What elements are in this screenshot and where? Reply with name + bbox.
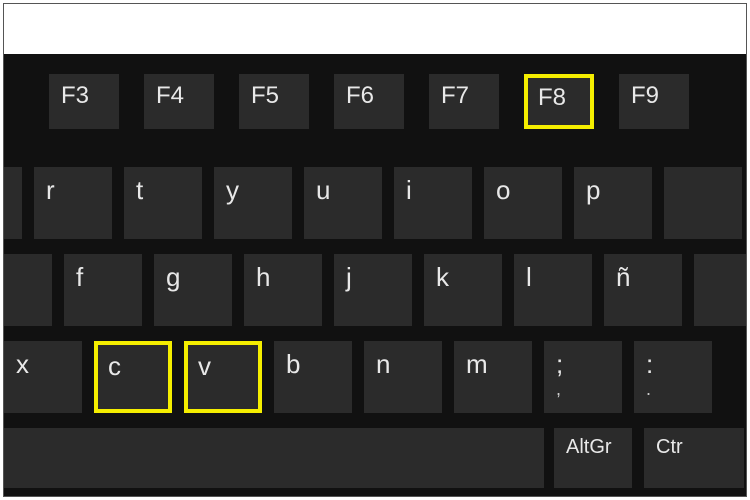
- key-y[interactable]: y: [214, 167, 292, 239]
- key-b[interactable]: b: [274, 341, 352, 413]
- key-e[interactable]: e: [3, 167, 22, 239]
- key-altgr[interactable]: AltGr: [554, 428, 632, 488]
- key-f4[interactable]: F4: [144, 74, 214, 129]
- key-label: u: [316, 175, 330, 205]
- key-label: :: [646, 349, 653, 379]
- keyboard-row: x c v b n m;,:.: [4, 341, 747, 413]
- key-label: F7: [441, 82, 469, 109]
- key-d[interactable]: d: [3, 254, 52, 326]
- key-r[interactable]: r: [34, 167, 112, 239]
- key-p[interactable]: p: [574, 167, 652, 239]
- key-k[interactable]: k: [424, 254, 502, 326]
- key-space-partial[interactable]: [4, 428, 544, 488]
- key-label: j: [346, 262, 352, 292]
- key-label: o: [496, 175, 510, 205]
- key-label: m: [466, 349, 488, 379]
- key-m[interactable]: m: [454, 341, 532, 413]
- key-label: x: [16, 349, 29, 379]
- key-label: f: [76, 262, 83, 292]
- key-label: n: [376, 349, 390, 379]
- key-f9[interactable]: F9: [619, 74, 689, 129]
- key-label: F5: [251, 82, 279, 109]
- key-label: ;: [556, 349, 563, 379]
- keyboard-row: F3 F4 F5 F6 F7 F8 F9: [4, 74, 747, 129]
- key-label: c: [108, 351, 121, 381]
- key-label: i: [406, 175, 412, 205]
- key-v[interactable]: v: [184, 341, 262, 413]
- key-label: F9: [631, 82, 659, 109]
- key-f[interactable]: f: [64, 254, 142, 326]
- key-label: F8: [538, 84, 566, 111]
- keyboard-row: er t y u i o p: [4, 167, 747, 239]
- key-f5[interactable]: F5: [239, 74, 309, 129]
- key-o[interactable]: o: [484, 167, 562, 239]
- key-c[interactable]: c: [94, 341, 172, 413]
- keyboard-row: AltGr Ctr: [4, 428, 747, 488]
- key-label: F3: [61, 82, 89, 109]
- key-ctrl[interactable]: Ctr: [644, 428, 744, 488]
- key-label: y: [226, 175, 239, 205]
- key-label: r: [46, 175, 55, 205]
- key-accent[interactable]: [694, 254, 747, 326]
- key-f8[interactable]: F8: [524, 74, 594, 129]
- key-f6[interactable]: F6: [334, 74, 404, 129]
- key-n[interactable]: n: [364, 341, 442, 413]
- key-ntilde[interactable]: ñ: [604, 254, 682, 326]
- key-label: k: [436, 262, 449, 292]
- key-j[interactable]: j: [334, 254, 412, 326]
- key-t[interactable]: t: [124, 167, 202, 239]
- key-label: g: [166, 262, 180, 292]
- key-bracket[interactable]: [664, 167, 742, 239]
- key-label: v: [198, 351, 211, 381]
- key-label: t: [136, 175, 143, 205]
- key-g[interactable]: g: [154, 254, 232, 326]
- key-label: Ctr: [656, 436, 683, 458]
- key-semicolon[interactable]: ;,: [544, 341, 622, 413]
- key-label: ñ: [616, 262, 630, 292]
- key-h[interactable]: h: [244, 254, 322, 326]
- key-sublabel: .: [646, 382, 700, 396]
- key-u[interactable]: u: [304, 167, 382, 239]
- key-sublabel: ,: [556, 382, 610, 396]
- key-label: l: [526, 262, 532, 292]
- key-label: F4: [156, 82, 184, 109]
- key-label: b: [286, 349, 300, 379]
- key-label: h: [256, 262, 270, 292]
- key-label: F6: [346, 82, 374, 109]
- key-label: AltGr: [566, 436, 612, 458]
- screenshot-frame: F3 F4 F5 F6 F7 F8 F9 er t y u i o p df g h j k l ñ x c v b n m;,:.…: [3, 3, 747, 497]
- key-x[interactable]: x: [4, 341, 82, 413]
- key-f7[interactable]: F7: [429, 74, 499, 129]
- key-label: p: [586, 175, 600, 205]
- key-colon[interactable]: :.: [634, 341, 712, 413]
- on-screen-keyboard: F3 F4 F5 F6 F7 F8 F9 er t y u i o p df g h j k l ñ x c v b n m;,:.…: [4, 54, 747, 497]
- key-f3[interactable]: F3: [49, 74, 119, 129]
- key-l[interactable]: l: [514, 254, 592, 326]
- keyboard-row: df g h j k l ñ: [4, 254, 747, 326]
- key-i[interactable]: i: [394, 167, 472, 239]
